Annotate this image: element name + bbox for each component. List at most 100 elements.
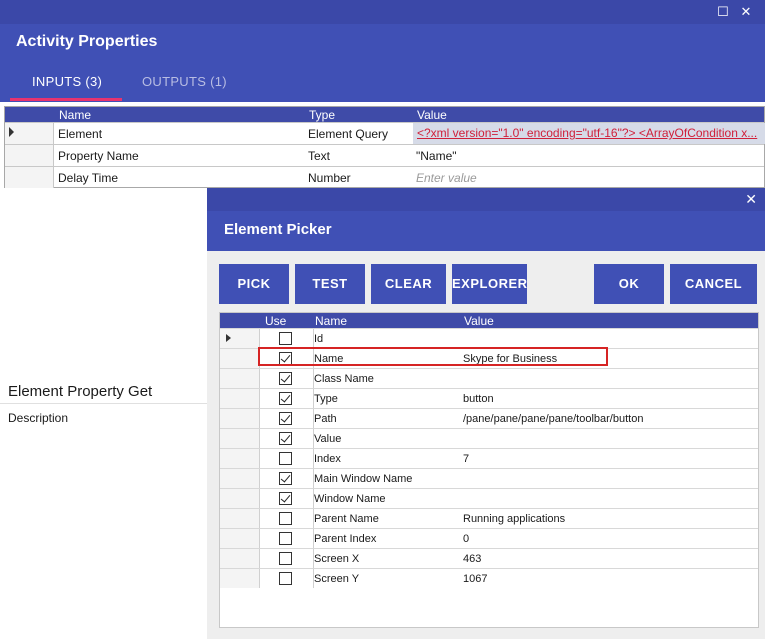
column-header-type: Type [309, 108, 336, 122]
condition-name: Type [314, 393, 338, 405]
use-checkbox[interactable] [279, 452, 292, 465]
table-row[interactable]: Window Name [220, 488, 758, 508]
condition-value[interactable]: Skype for Business [463, 353, 557, 365]
table-row[interactable]: Delay Time Number Enter value [5, 166, 764, 188]
grid-header: Use Name Value [220, 313, 758, 328]
description-label: Description [8, 411, 69, 425]
condition-value[interactable]: button [463, 393, 494, 405]
table-row[interactable]: Index 7 [220, 448, 758, 468]
row-selector[interactable] [220, 529, 260, 548]
use-checkbox[interactable] [279, 352, 292, 365]
close-icon[interactable]: ✕ [745, 191, 757, 208]
use-checkbox[interactable] [279, 432, 292, 445]
column-header-name: Name [59, 108, 92, 122]
table-row[interactable]: Value [220, 428, 758, 448]
condition-value[interactable]: /pane/pane/pane/pane/toolbar/button [463, 413, 643, 425]
column-header-value: Value [417, 108, 447, 122]
table-row[interactable]: Main Window Name [220, 468, 758, 488]
use-cell [261, 549, 314, 568]
table-row[interactable]: Path/pane/pane/pane/pane/toolbar/button [220, 408, 758, 428]
table-row[interactable]: Screen Y 1067 [220, 568, 758, 588]
condition-name: Class Name [314, 373, 374, 385]
row-selector[interactable] [220, 549, 260, 568]
condition-name: Path [314, 413, 337, 425]
element-query-value[interactable]: <?xml version="1.0" encoding="utf-16"?> … [413, 123, 765, 144]
table-row[interactable]: Type button [220, 388, 758, 408]
condition-value[interactable]: 1067 [463, 573, 487, 585]
row-selector[interactable] [5, 145, 54, 166]
use-cell [261, 569, 314, 588]
test-button[interactable]: TEST [295, 264, 365, 304]
close-icon[interactable]: ✕ [737, 3, 755, 21]
element-query-link[interactable]: <?xml version="1.0" encoding="utf-16"?> … [417, 126, 763, 140]
row-selector[interactable] [220, 349, 260, 368]
tab-inputs[interactable]: INPUTS (3) [32, 74, 102, 89]
row-selector[interactable] [220, 569, 260, 588]
cancel-button[interactable]: CANCEL [670, 264, 757, 304]
row-selector[interactable] [220, 329, 260, 348]
tab-outputs[interactable]: OUTPUTS (1) [142, 74, 227, 89]
dialog-title: Element Picker [224, 221, 332, 238]
use-cell [261, 349, 314, 368]
use-checkbox[interactable] [279, 392, 292, 405]
use-cell [261, 509, 314, 528]
row-selector[interactable] [220, 489, 260, 508]
row-pointer-icon [226, 334, 231, 342]
property-name-value[interactable]: "Name" [416, 149, 457, 163]
use-cell [261, 489, 314, 508]
table-row[interactable]: Element Element Query <?xml version="1.0… [5, 122, 765, 144]
clear-button[interactable]: CLEAR [371, 264, 446, 304]
maximize-icon[interactable]: ☐ [714, 3, 732, 21]
condition-value[interactable]: 463 [463, 553, 481, 565]
ok-button[interactable]: OK [594, 264, 664, 304]
row-selector[interactable] [220, 449, 260, 468]
use-cell [261, 369, 314, 388]
condition-name: Id [314, 333, 324, 345]
use-cell [261, 329, 314, 348]
table-row[interactable]: Parent Index 0 [220, 528, 758, 548]
condition-value[interactable]: Running applications [463, 513, 565, 525]
condition-name: Parent Name [314, 513, 379, 525]
pick-button[interactable]: PICK [219, 264, 289, 304]
row-type: Number [308, 171, 351, 185]
use-cell [261, 469, 314, 488]
row-selector[interactable] [5, 123, 54, 144]
conditions-grid: Use Name Value Id Name Skype for Business C… [219, 312, 759, 628]
condition-value[interactable]: 0 [463, 533, 469, 545]
use-checkbox[interactable] [279, 532, 292, 545]
explorer-button[interactable]: EXPLORER [452, 264, 527, 304]
active-tab-indicator [10, 98, 122, 101]
row-selector[interactable] [220, 509, 260, 528]
delay-time-input[interactable]: Enter value [416, 171, 477, 185]
use-checkbox[interactable] [279, 552, 292, 565]
row-selector[interactable] [220, 429, 260, 448]
use-checkbox[interactable] [279, 372, 292, 385]
row-name: Property Name [58, 149, 139, 163]
row-type: Text [308, 149, 331, 163]
condition-name: Screen X [314, 553, 360, 565]
condition-value[interactable]: 7 [463, 453, 469, 465]
row-pointer-icon [9, 127, 14, 137]
use-cell [261, 529, 314, 548]
table-row[interactable]: Id [220, 328, 758, 348]
use-checkbox[interactable] [279, 412, 292, 425]
table-row[interactable]: Property Name Text "Name" [5, 144, 764, 166]
row-selector[interactable] [220, 389, 260, 408]
table-row[interactable]: Name Skype for Business [220, 348, 758, 368]
use-checkbox[interactable] [279, 472, 292, 485]
use-checkbox[interactable] [279, 492, 292, 505]
use-cell [261, 449, 314, 468]
condition-name: Main Window Name [314, 473, 413, 485]
row-selector[interactable] [220, 369, 260, 388]
use-checkbox[interactable] [279, 332, 292, 345]
row-selector[interactable] [220, 469, 260, 488]
use-checkbox[interactable] [279, 512, 292, 525]
table-row[interactable]: Parent Name Running applications [220, 508, 758, 528]
element-picker-dialog: ✕ Element Picker PICK TEST CLEAR EXPLORE… [207, 188, 765, 639]
table-row[interactable]: Screen X 463 [220, 548, 758, 568]
use-checkbox[interactable] [279, 572, 292, 585]
column-header-name: Name [315, 314, 348, 328]
row-selector[interactable] [5, 167, 54, 188]
table-row[interactable]: Class Name [220, 368, 758, 388]
row-selector[interactable] [220, 409, 260, 428]
